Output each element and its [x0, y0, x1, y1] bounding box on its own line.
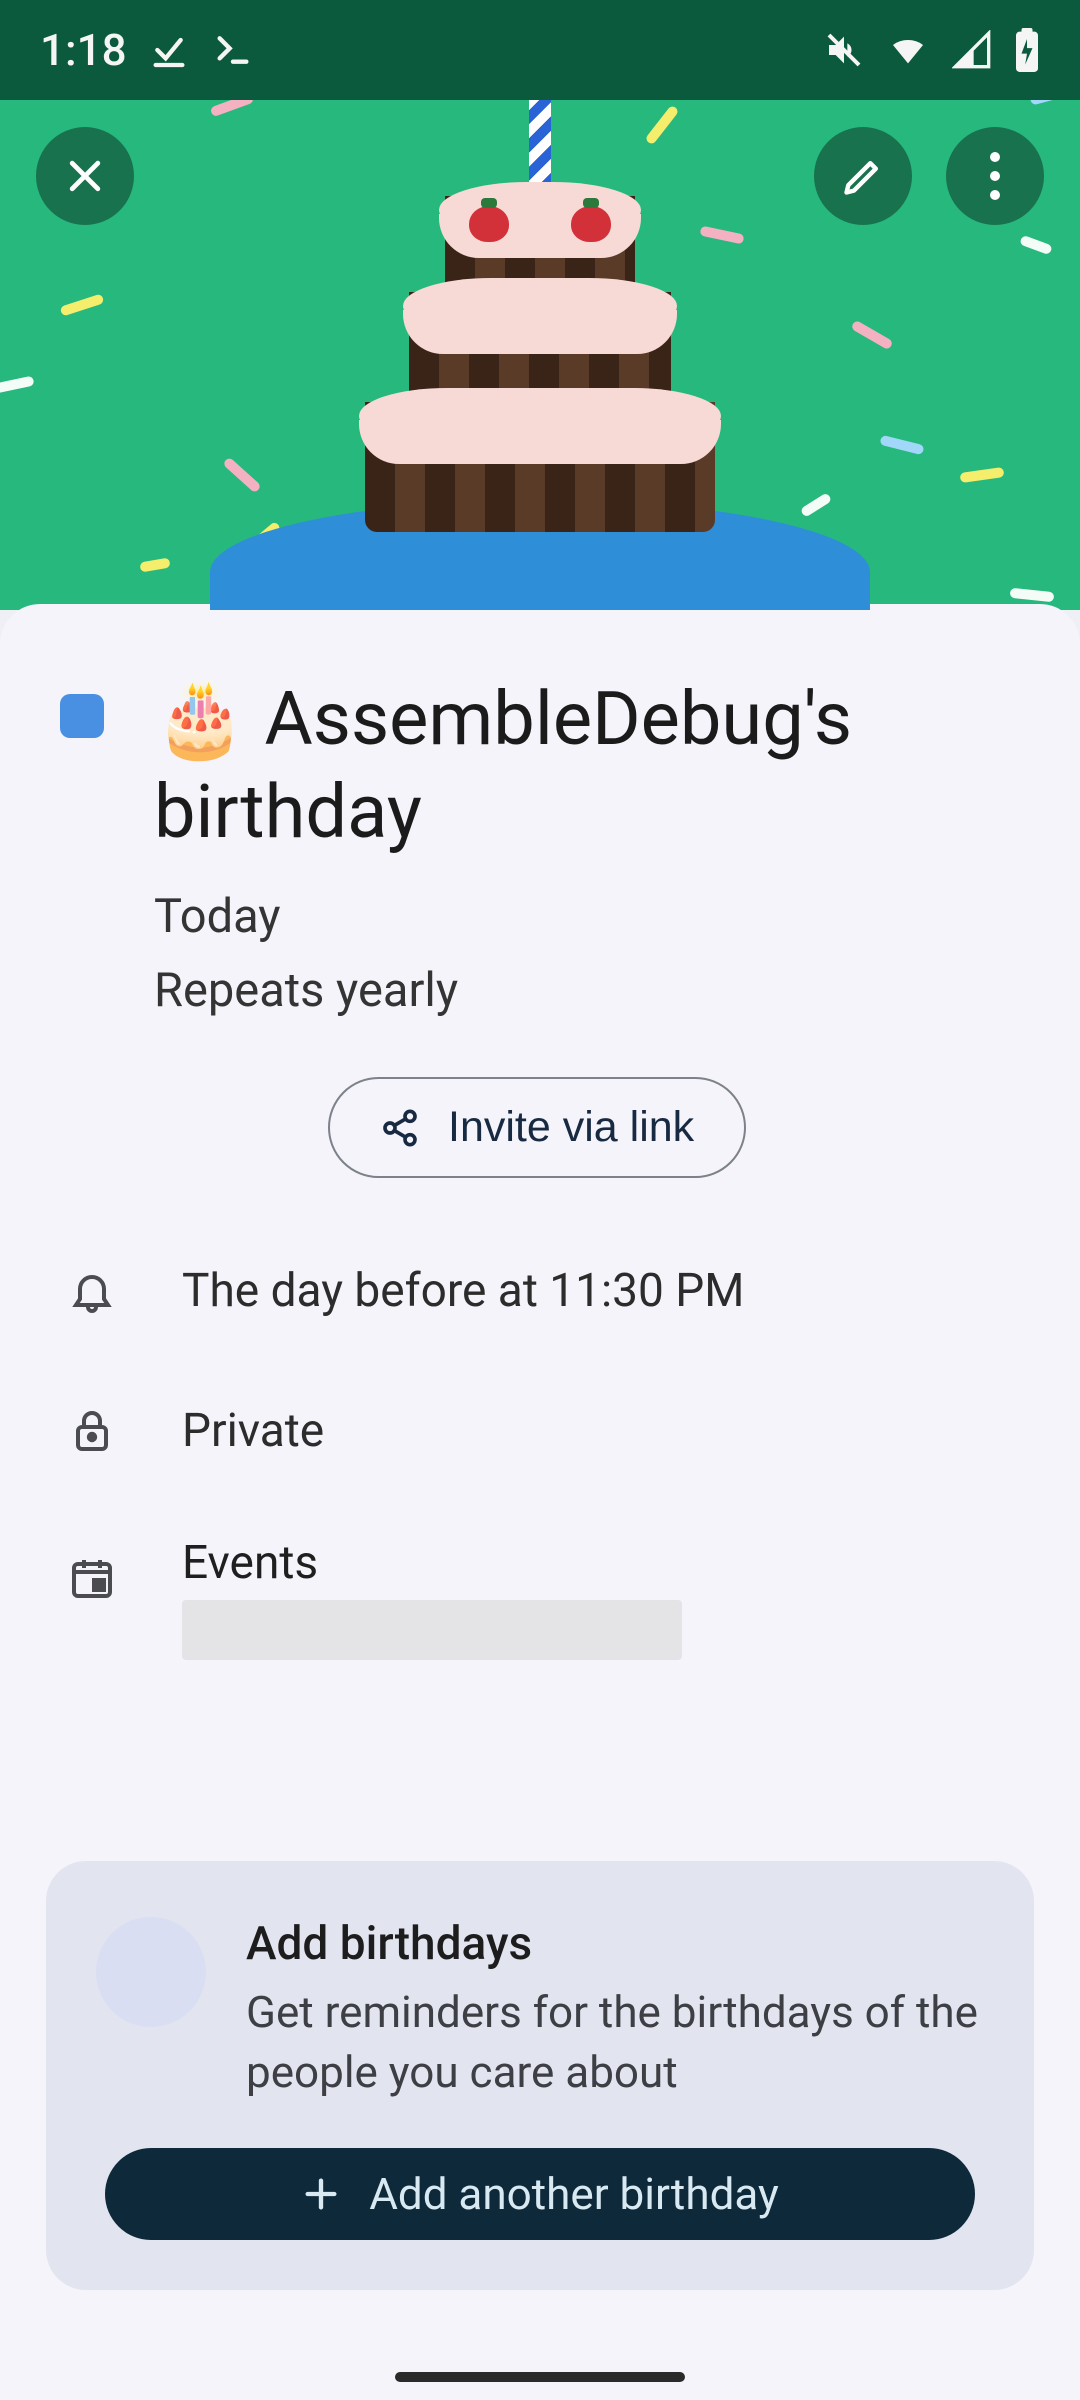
download-done-icon	[149, 30, 189, 70]
invite-via-link-button[interactable]: Invite via link	[328, 1077, 746, 1178]
plus-icon	[301, 2174, 341, 2214]
bell-icon	[64, 1267, 120, 1315]
event-sheet: 🎂 AssembleDebug's birthday Today Repeats…	[0, 604, 1080, 2400]
promo-title: Add birthdays	[246, 1917, 984, 1971]
event-title: 🎂 AssembleDebug's birthday	[154, 674, 1020, 859]
calendar-owner-redacted	[182, 1600, 682, 1660]
signal-icon	[952, 30, 992, 70]
add-another-birthday-button[interactable]: Add another birthday	[105, 2148, 975, 2240]
event-date: Today	[154, 883, 1020, 951]
reminder-row[interactable]: The day before at 11:30 PM	[0, 1264, 1080, 1318]
wifi-icon	[886, 30, 930, 70]
cake-icon: 🎂	[96, 1917, 206, 2027]
event-color-chip[interactable]	[60, 694, 104, 738]
close-button[interactable]	[36, 127, 134, 225]
share-icon	[380, 1108, 420, 1148]
add-birthday-label: Add another birthday	[369, 2168, 779, 2220]
terminal-icon	[211, 30, 255, 70]
event-recurrence: Repeats yearly	[154, 957, 1020, 1025]
invite-label: Invite via link	[448, 1103, 694, 1152]
calendar-icon	[64, 1554, 120, 1602]
overflow-menu-button[interactable]	[946, 127, 1044, 225]
status-bar: 1:18	[0, 0, 1080, 100]
cake-emoji: 🎂	[154, 676, 246, 763]
reminder-text: The day before at 11:30 PM	[182, 1264, 744, 1318]
status-time: 1:18	[40, 24, 127, 76]
edit-button[interactable]	[814, 127, 912, 225]
home-indicator[interactable]	[395, 2372, 685, 2382]
more-vert-icon	[990, 152, 1000, 200]
lock-icon	[64, 1407, 120, 1455]
add-birthdays-card: 🎂 Add birthdays Get reminders for the bi…	[46, 1861, 1034, 2290]
mute-icon	[824, 30, 864, 70]
battery-charging-icon	[1014, 28, 1040, 72]
calendar-name: Events	[182, 1536, 682, 1590]
promo-subtitle: Get reminders for the birthdays of the p…	[246, 1983, 984, 2102]
calendar-row[interactable]: Events	[0, 1536, 1080, 1660]
visibility-text: Private	[182, 1404, 324, 1458]
visibility-row[interactable]: Private	[0, 1404, 1080, 1458]
